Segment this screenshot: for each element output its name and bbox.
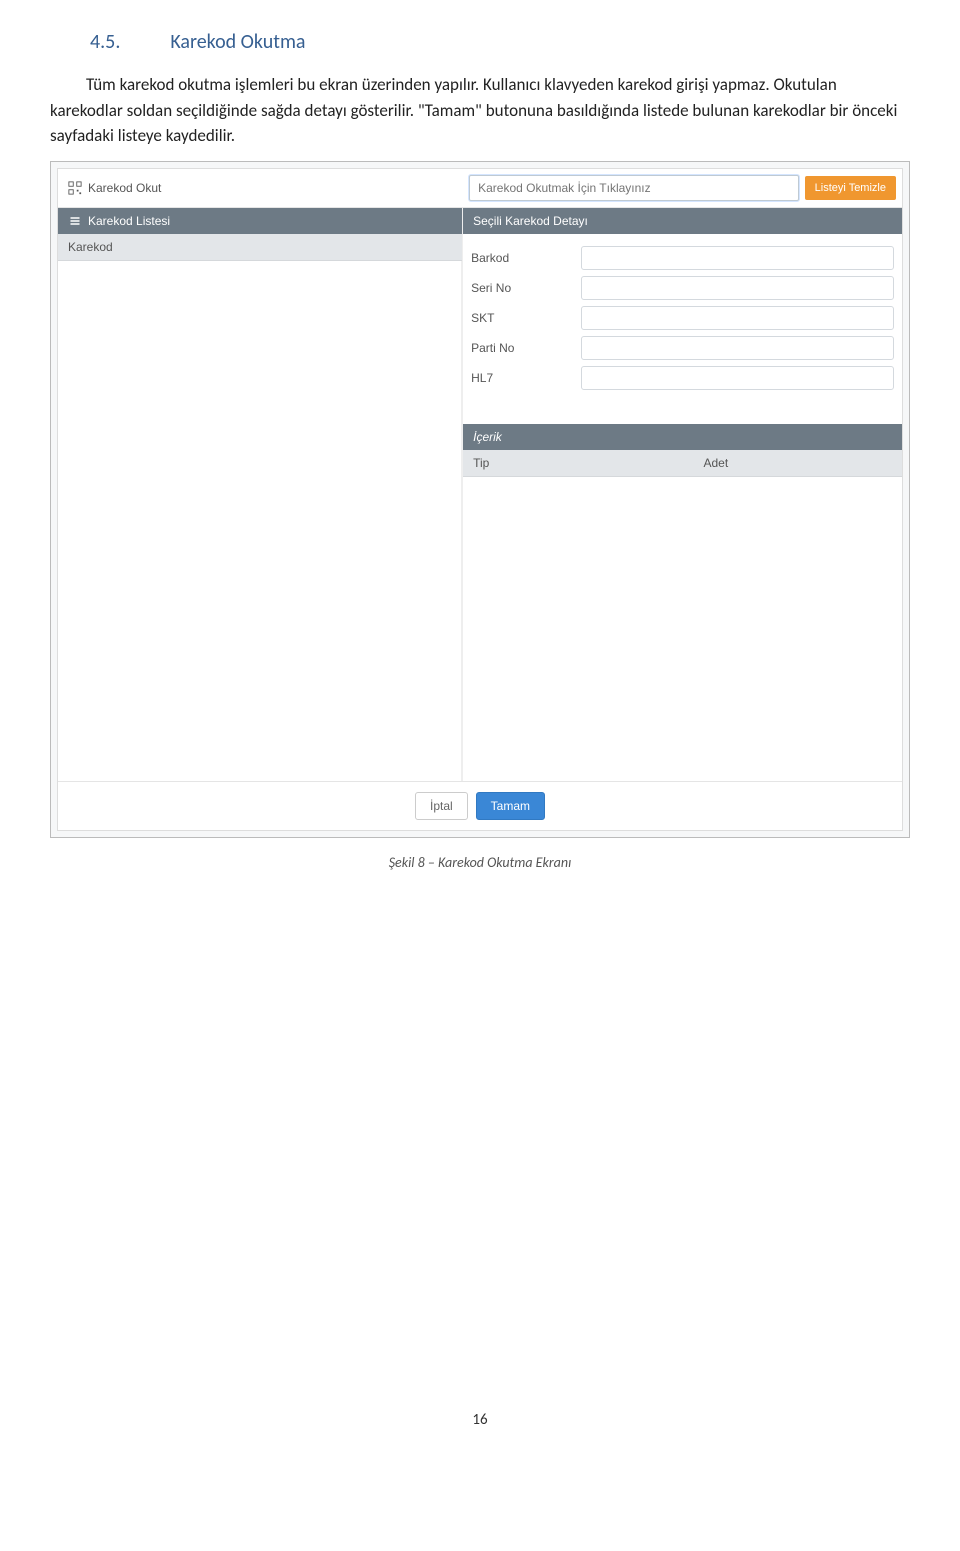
figure-caption: Şekil 8 – Karekod Okutma Ekranı (50, 854, 910, 871)
input-barkod[interactable] (581, 246, 894, 270)
detail-panel-title: Seçili Karekod Detayı (473, 214, 588, 228)
label-serino: Seri No (471, 281, 581, 295)
paragraph-text: Tüm karekod okutma işlemleri bu ekran üz… (50, 74, 897, 146)
label-hl7: HL7 (471, 371, 581, 385)
left-panel-header: Karekod Listesi (58, 208, 462, 234)
heading-title: Karekod Okutma (170, 30, 305, 54)
detail-panel-header: Seçili Karekod Detayı (463, 208, 902, 234)
qrcode-icon (68, 181, 82, 195)
input-skt[interactable] (581, 306, 894, 330)
screenshot-frame: Karekod Okut Listeyi Temizle Karekod Lis… (50, 161, 910, 838)
dialog-footer: İptal Tamam (58, 781, 902, 830)
left-col-label: Karekod (68, 240, 113, 254)
list-icon (68, 214, 82, 228)
scan-header: Karekod Okut (58, 169, 463, 207)
input-serino[interactable] (581, 276, 894, 300)
heading-number: 4.5. (90, 30, 120, 54)
content-panel-title: İçerik (473, 430, 502, 444)
scan-input[interactable] (469, 175, 799, 201)
left-column-header: Karekod (58, 234, 462, 261)
cancel-button[interactable]: İptal (415, 792, 468, 820)
label-barkod: Barkod (471, 251, 581, 265)
karekod-grid-body (58, 261, 462, 781)
label-skt: SKT (471, 311, 581, 325)
clear-list-button[interactable]: Listeyi Temizle (805, 176, 896, 200)
page-number: 16 (50, 1411, 910, 1429)
input-partino[interactable] (581, 336, 894, 360)
content-col-adet: Adet (703, 456, 728, 470)
content-grid-body (463, 477, 902, 687)
content-col-tip: Tip (473, 456, 703, 470)
scan-label: Karekod Okut (88, 181, 161, 195)
input-hl7[interactable] (581, 366, 894, 390)
ok-button[interactable]: Tamam (476, 792, 545, 820)
app-screenshot: Karekod Okut Listeyi Temizle Karekod Lis… (57, 168, 903, 831)
body-paragraph: Tüm karekod okutma işlemleri bu ekran üz… (50, 72, 910, 149)
content-columns: Tip Adet (463, 450, 902, 477)
section-heading: 4.5. Karekod Okutma (90, 30, 910, 54)
left-panel-title: Karekod Listesi (88, 214, 170, 228)
content-panel-header: İçerik (463, 424, 902, 450)
label-partino: Parti No (471, 341, 581, 355)
